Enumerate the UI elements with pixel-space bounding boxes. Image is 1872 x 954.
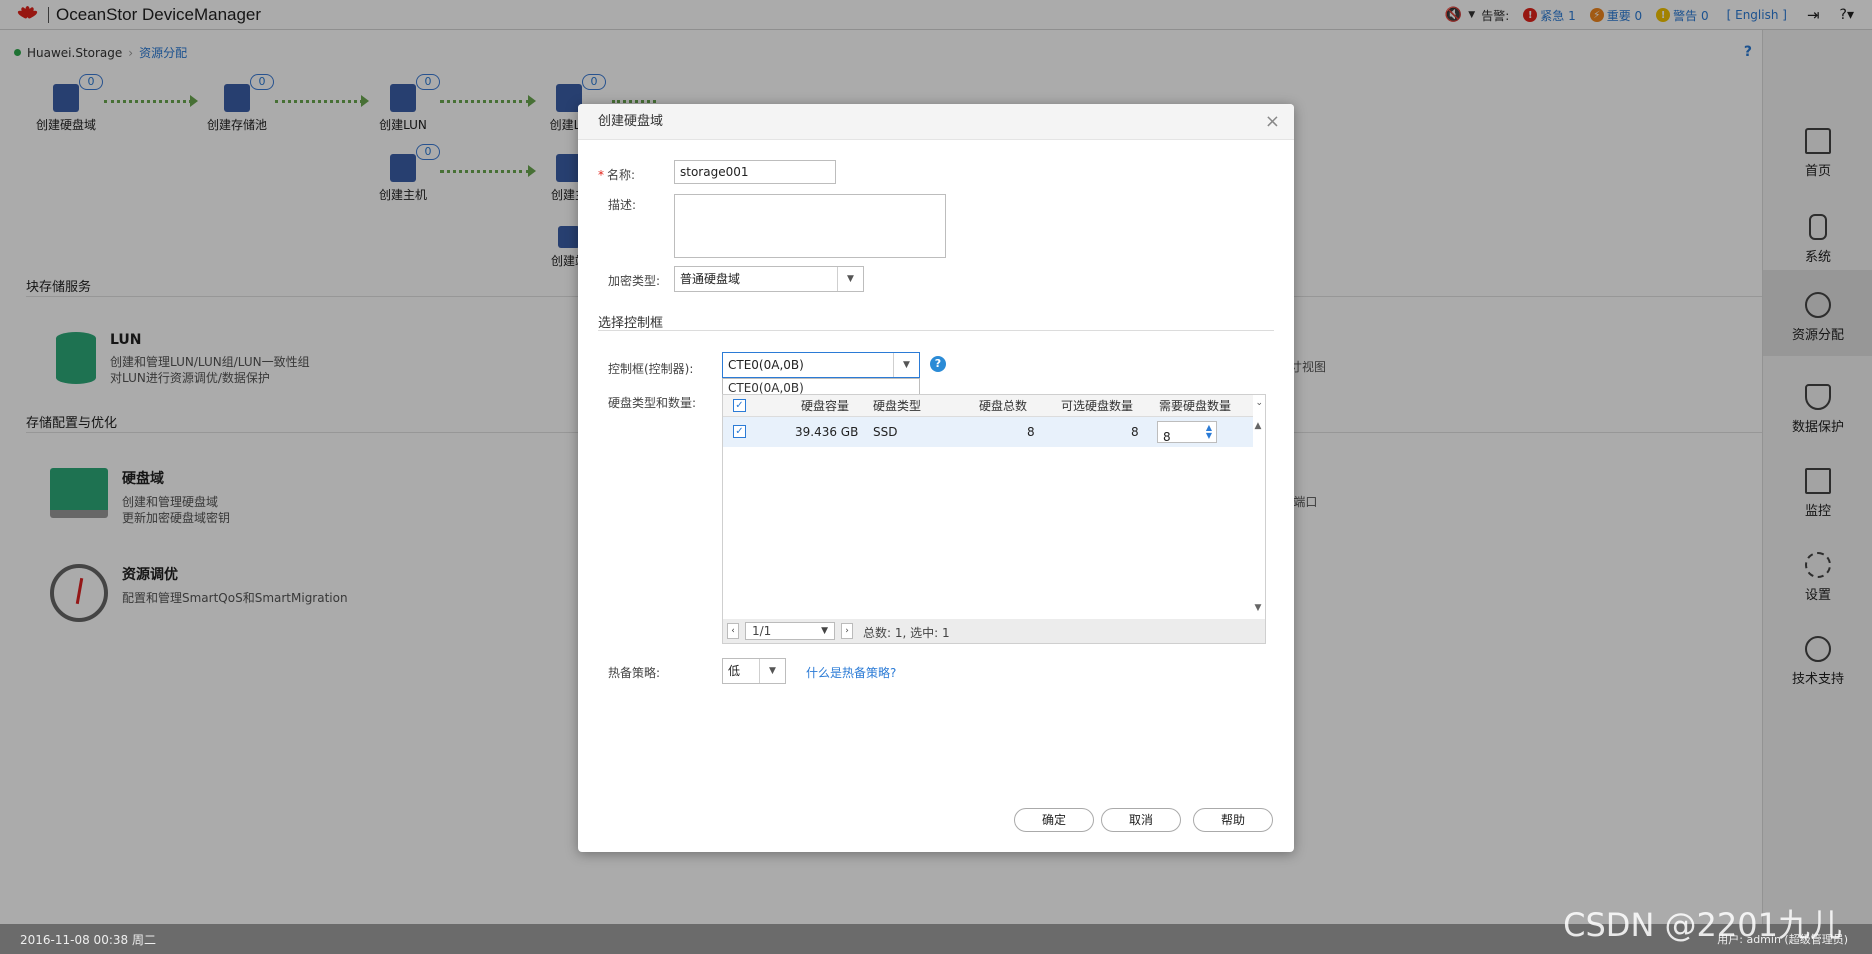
cell-total: 8 bbox=[1027, 425, 1035, 439]
next-page-icon[interactable]: › bbox=[841, 623, 853, 639]
required-count-value: 8 bbox=[1163, 430, 1171, 444]
controller-value: CTE0(0A,0B) bbox=[728, 358, 804, 372]
name-label-text: 名称: bbox=[607, 168, 636, 182]
stepper-arrows-icon[interactable]: ▲ ▼ bbox=[1206, 424, 1212, 440]
dialog-header: 创建硬盘域 × bbox=[578, 104, 1294, 140]
page-select[interactable]: 1/1 ▼ bbox=[745, 622, 835, 640]
select-all-checkbox[interactable]: ✓ bbox=[733, 399, 746, 412]
chevron-down-icon: ▼ bbox=[759, 659, 785, 683]
row-checkbox[interactable]: ✓ bbox=[733, 425, 746, 438]
cell-available: 8 bbox=[1131, 425, 1139, 439]
scroll-down-icon[interactable]: ▼ bbox=[1251, 603, 1265, 613]
table-pager: ‹ 1/1 ▼ › 总数: 1, 选中: 1 bbox=[723, 619, 1265, 643]
disk-table: ✓ 硬盘容量 硬盘类型 硬盘总数 可选硬盘数量 需要硬盘数量 ⌄ ✓ 39.43… bbox=[722, 394, 1266, 644]
table-header: ✓ 硬盘容量 硬盘类型 硬盘总数 可选硬盘数量 需要硬盘数量 bbox=[723, 395, 1253, 417]
table-scrollbar[interactable]: ▲ ▼ bbox=[1251, 417, 1265, 617]
status-datetime: 2016-11-08 00:38 周二 bbox=[20, 932, 156, 947]
name-input[interactable]: storage001 bbox=[674, 160, 836, 184]
controller-select[interactable]: CTE0(0A,0B) ▼ bbox=[722, 352, 920, 378]
column-menu-icon[interactable]: ⌄ bbox=[1255, 398, 1263, 408]
close-icon[interactable]: × bbox=[1265, 104, 1280, 140]
group-title-controller: 选择控制框 bbox=[598, 316, 664, 331]
column-header[interactable]: 可选硬盘数量 bbox=[1061, 395, 1133, 417]
hotspare-value: 低 bbox=[728, 664, 741, 678]
hotspare-label: 热备策略: bbox=[608, 666, 661, 680]
encrypt-type-value: 普通硬盘域 bbox=[680, 272, 741, 286]
prev-page-icon[interactable]: ‹ bbox=[727, 623, 739, 639]
cell-capacity: 39.436 GB bbox=[795, 425, 859, 439]
disk-type-label: 硬盘类型和数量: bbox=[608, 396, 697, 410]
chevron-down-icon: ▼ bbox=[837, 267, 863, 291]
group-divider bbox=[598, 330, 1274, 331]
help-button[interactable]: 帮助 bbox=[1193, 808, 1273, 832]
chevron-down-icon: ▼ bbox=[893, 353, 919, 377]
watermark: CSDN @2201九儿 bbox=[1563, 906, 1842, 944]
chevron-down-icon: ▼ bbox=[821, 626, 828, 636]
column-header[interactable]: 硬盘总数 bbox=[979, 395, 1027, 417]
encrypt-type-select[interactable]: 普通硬盘域 ▼ bbox=[674, 266, 864, 292]
scroll-up-icon[interactable]: ▲ bbox=[1251, 421, 1265, 431]
hotspare-help-link[interactable]: 什么是热备策略? bbox=[806, 664, 896, 681]
column-header[interactable]: 硬盘类型 bbox=[873, 395, 921, 417]
controller-help-icon[interactable]: ? bbox=[930, 356, 946, 372]
required-count-stepper[interactable]: 8 ▲ ▼ bbox=[1157, 421, 1217, 444]
name-label: * 名称: bbox=[598, 166, 635, 183]
hotspare-select[interactable]: 低 ▼ bbox=[722, 658, 786, 684]
dialog-title: 创建硬盘域 bbox=[598, 114, 664, 129]
pager-info: 总数: 1, 选中: 1 bbox=[863, 626, 950, 640]
cancel-button[interactable]: 取消 bbox=[1101, 808, 1181, 832]
ok-button[interactable]: 确定 bbox=[1014, 808, 1094, 832]
create-disk-domain-dialog: 创建硬盘域 × * 名称: storage001 描述: 加密类型: 普通硬盘域 … bbox=[578, 104, 1294, 852]
cell-type: SSD bbox=[873, 425, 898, 439]
description-textarea[interactable] bbox=[674, 194, 946, 258]
column-header[interactable]: 需要硬盘数量 bbox=[1159, 395, 1231, 417]
table-row[interactable]: ✓ 39.436 GB SSD 8 8 8 ▲ ▼ bbox=[723, 417, 1253, 447]
page-value: 1/1 bbox=[752, 624, 772, 638]
encrypt-type-label: 加密类型: bbox=[608, 274, 661, 288]
controller-label: 控制框(控制器): bbox=[608, 362, 694, 376]
column-header[interactable]: 硬盘容量 bbox=[801, 395, 849, 417]
required-icon: * bbox=[598, 168, 604, 182]
description-label: 描述: bbox=[608, 198, 637, 212]
